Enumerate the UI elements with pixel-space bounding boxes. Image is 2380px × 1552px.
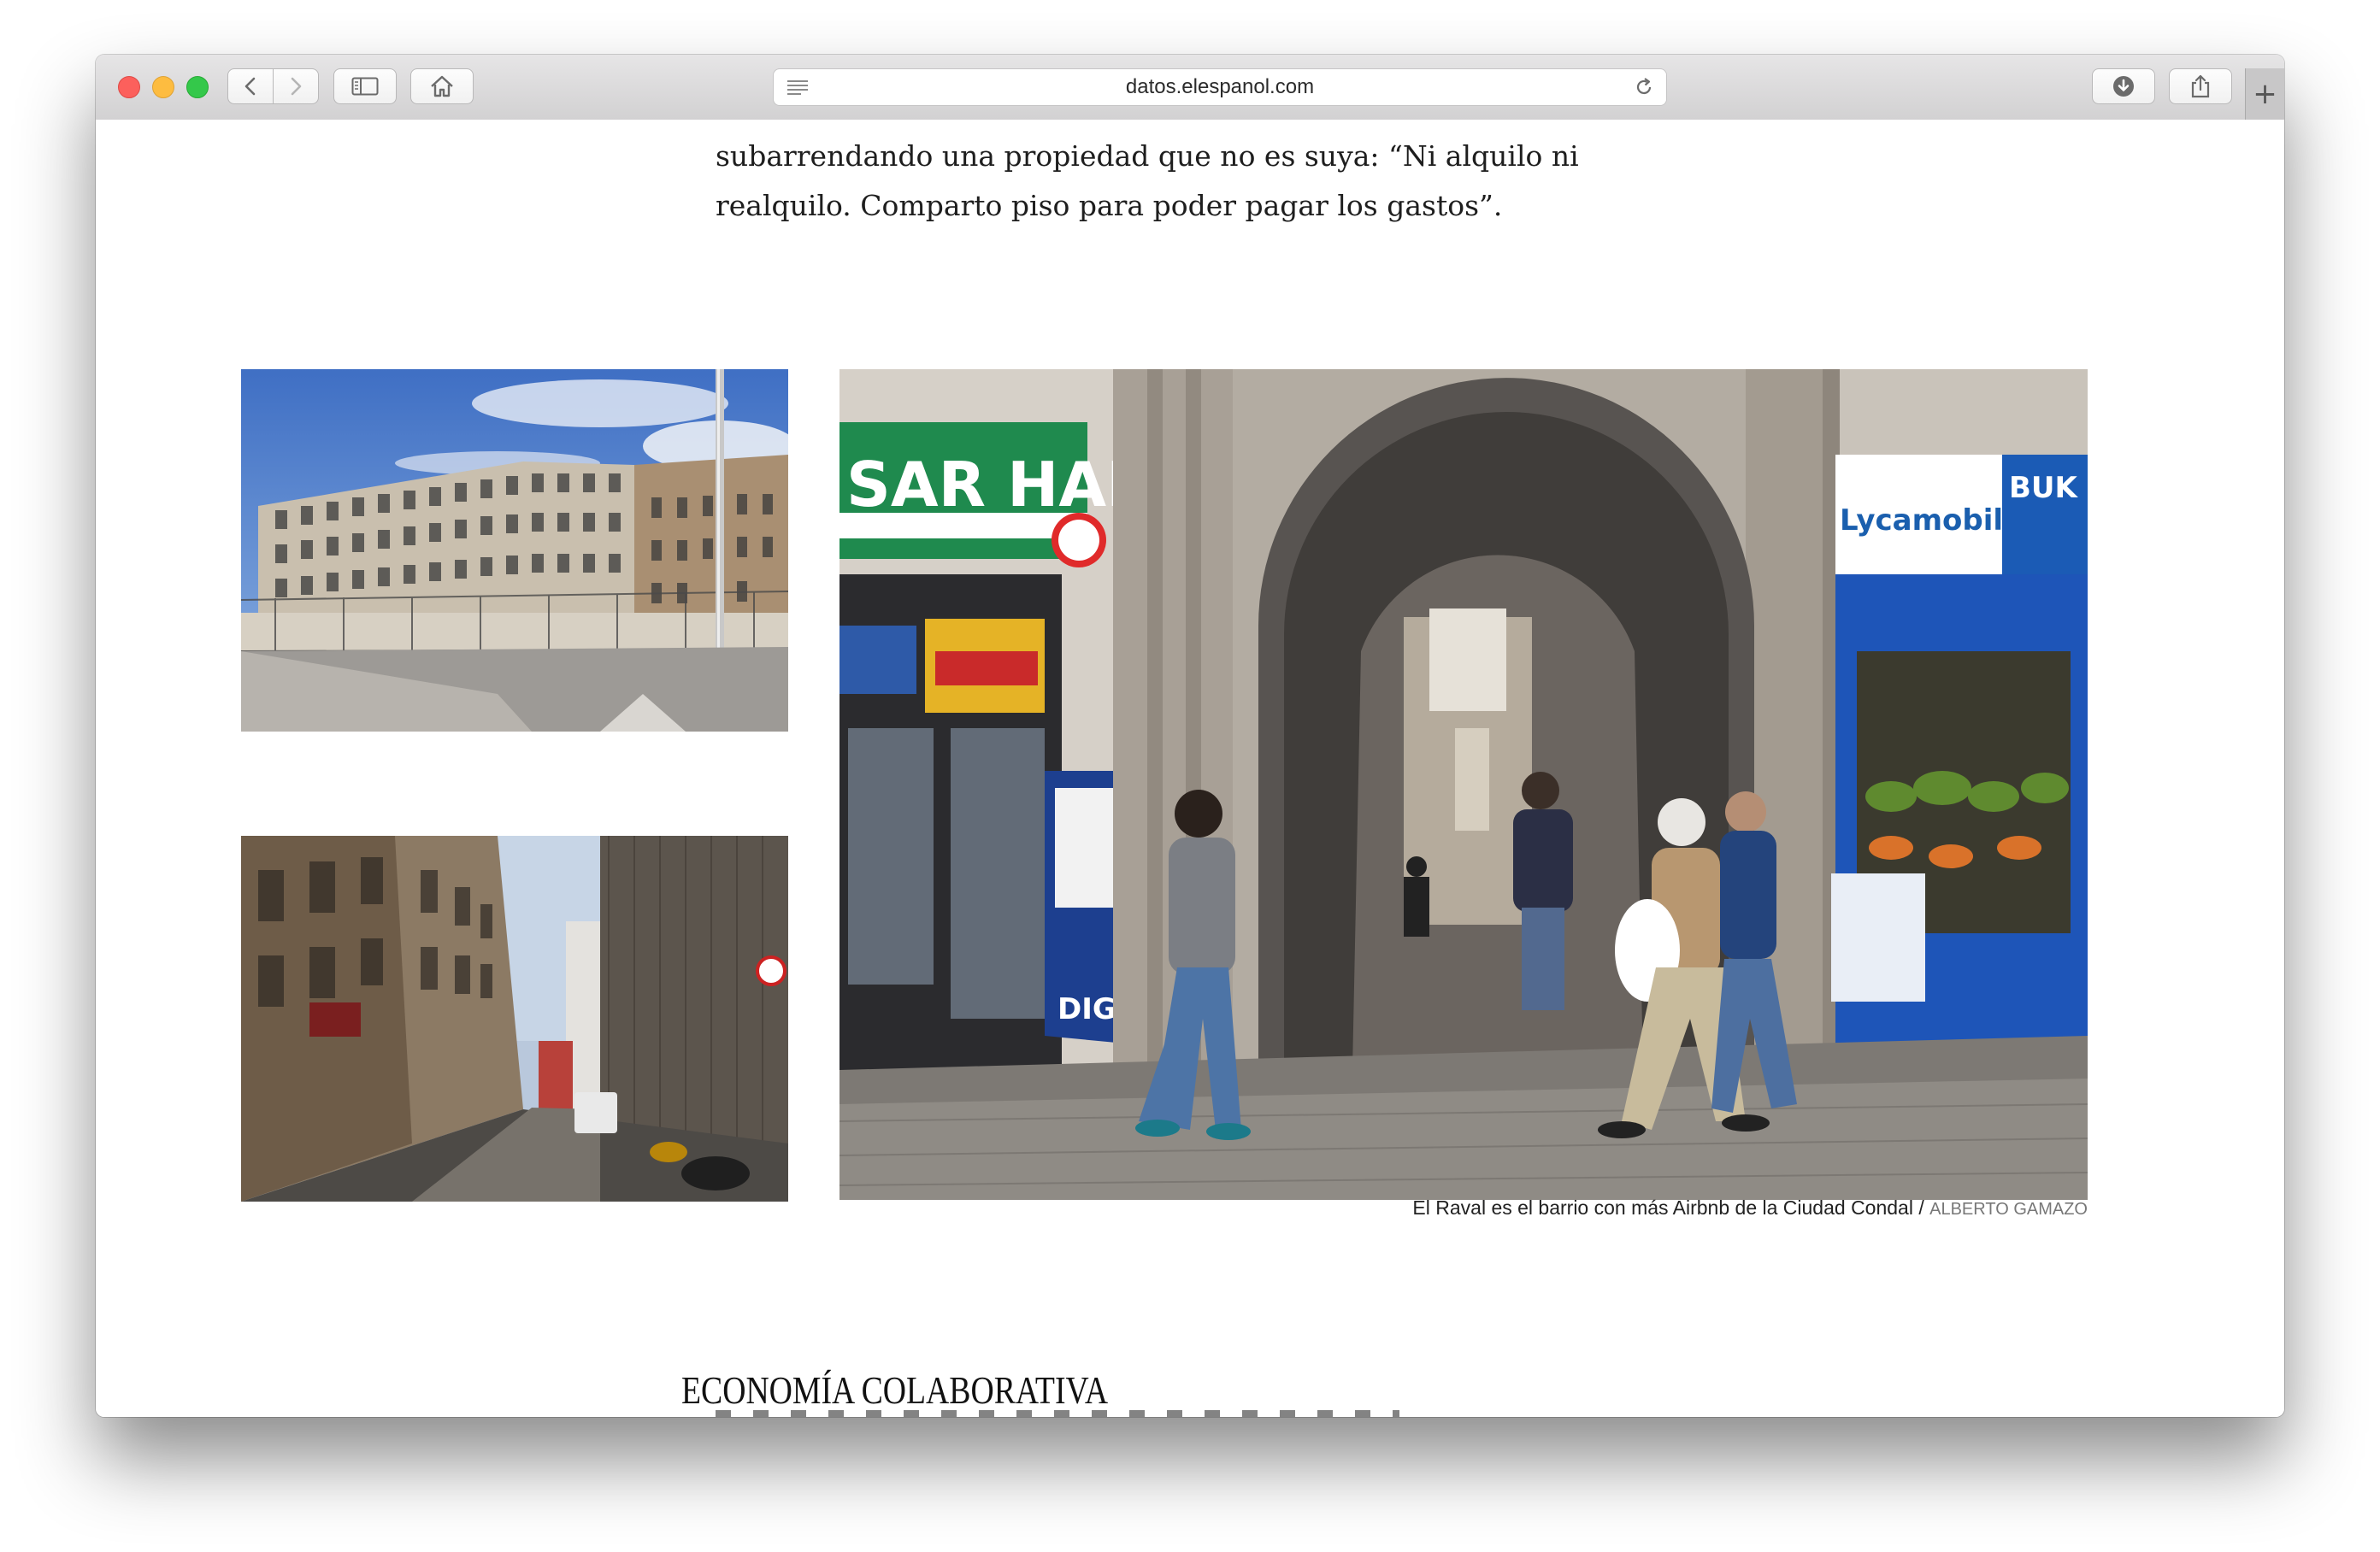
url-text: datos.elespanol.com — [1125, 75, 1315, 98]
address-bar[interactable]: datos.elespanol.com — [773, 68, 1667, 106]
clipped-next-line — [716, 1410, 1399, 1417]
sidebar-icon — [351, 77, 379, 96]
caption-credit: ALBERTO GAMAZO — [1929, 1200, 2088, 1219]
new-tab-button[interactable]: + — [2245, 68, 2284, 120]
downloads-button[interactable] — [2092, 68, 2155, 104]
paragraph-line-2: realquilo. Comparto piso para poder paga… — [716, 189, 1503, 222]
home-icon — [431, 75, 453, 97]
photo-street-image — [241, 836, 788, 1202]
page-content: subarrendando una propiedad que no es su… — [96, 120, 2284, 1417]
close-window-button[interactable] — [118, 76, 140, 98]
paragraph-line-1: subarrendando una propiedad que no es su… — [716, 139, 1579, 173]
section-title: ECONOMÍA COLABORATIVA — [681, 1368, 1109, 1412]
photo-arch-image: SAR HARI DIGI Lycamobile BUK — [839, 369, 2088, 1200]
home-button[interactable] — [410, 68, 474, 104]
photo-caption: El Raval es el barrio con más Airbnb de … — [839, 1196, 2088, 1220]
chevron-left-icon — [244, 77, 256, 96]
zoom-window-button[interactable] — [186, 76, 209, 98]
share-icon — [2191, 74, 2210, 98]
sidebar-button[interactable] — [333, 68, 397, 104]
caption-text: El Raval es el barrio con más Airbnb de … — [1412, 1196, 1924, 1219]
shop-sign-lycamobile: Lycamobile — [1840, 503, 2023, 538]
chevron-right-icon — [291, 77, 302, 96]
browser-toolbar: datos.elespanol.com + — [96, 55, 2284, 121]
reload-icon[interactable] — [1634, 77, 1654, 97]
browser-window: datos.elespanol.com + subarrendando una … — [96, 55, 2284, 1417]
photo-plaza-image — [241, 369, 788, 732]
photo-narrow-street[interactable] — [241, 836, 788, 1202]
photo-el-raval-arch[interactable]: SAR HARI DIGI Lycamobile BUK — [839, 369, 2088, 1200]
share-button[interactable] — [2169, 68, 2232, 104]
back-button[interactable] — [227, 68, 274, 104]
minimize-window-button[interactable] — [152, 76, 174, 98]
photo-plaza-building[interactable] — [241, 369, 788, 732]
download-icon — [2113, 76, 2134, 97]
shop-sign-buk: BUK — [2009, 471, 2079, 505]
forward-button[interactable] — [273, 68, 319, 104]
